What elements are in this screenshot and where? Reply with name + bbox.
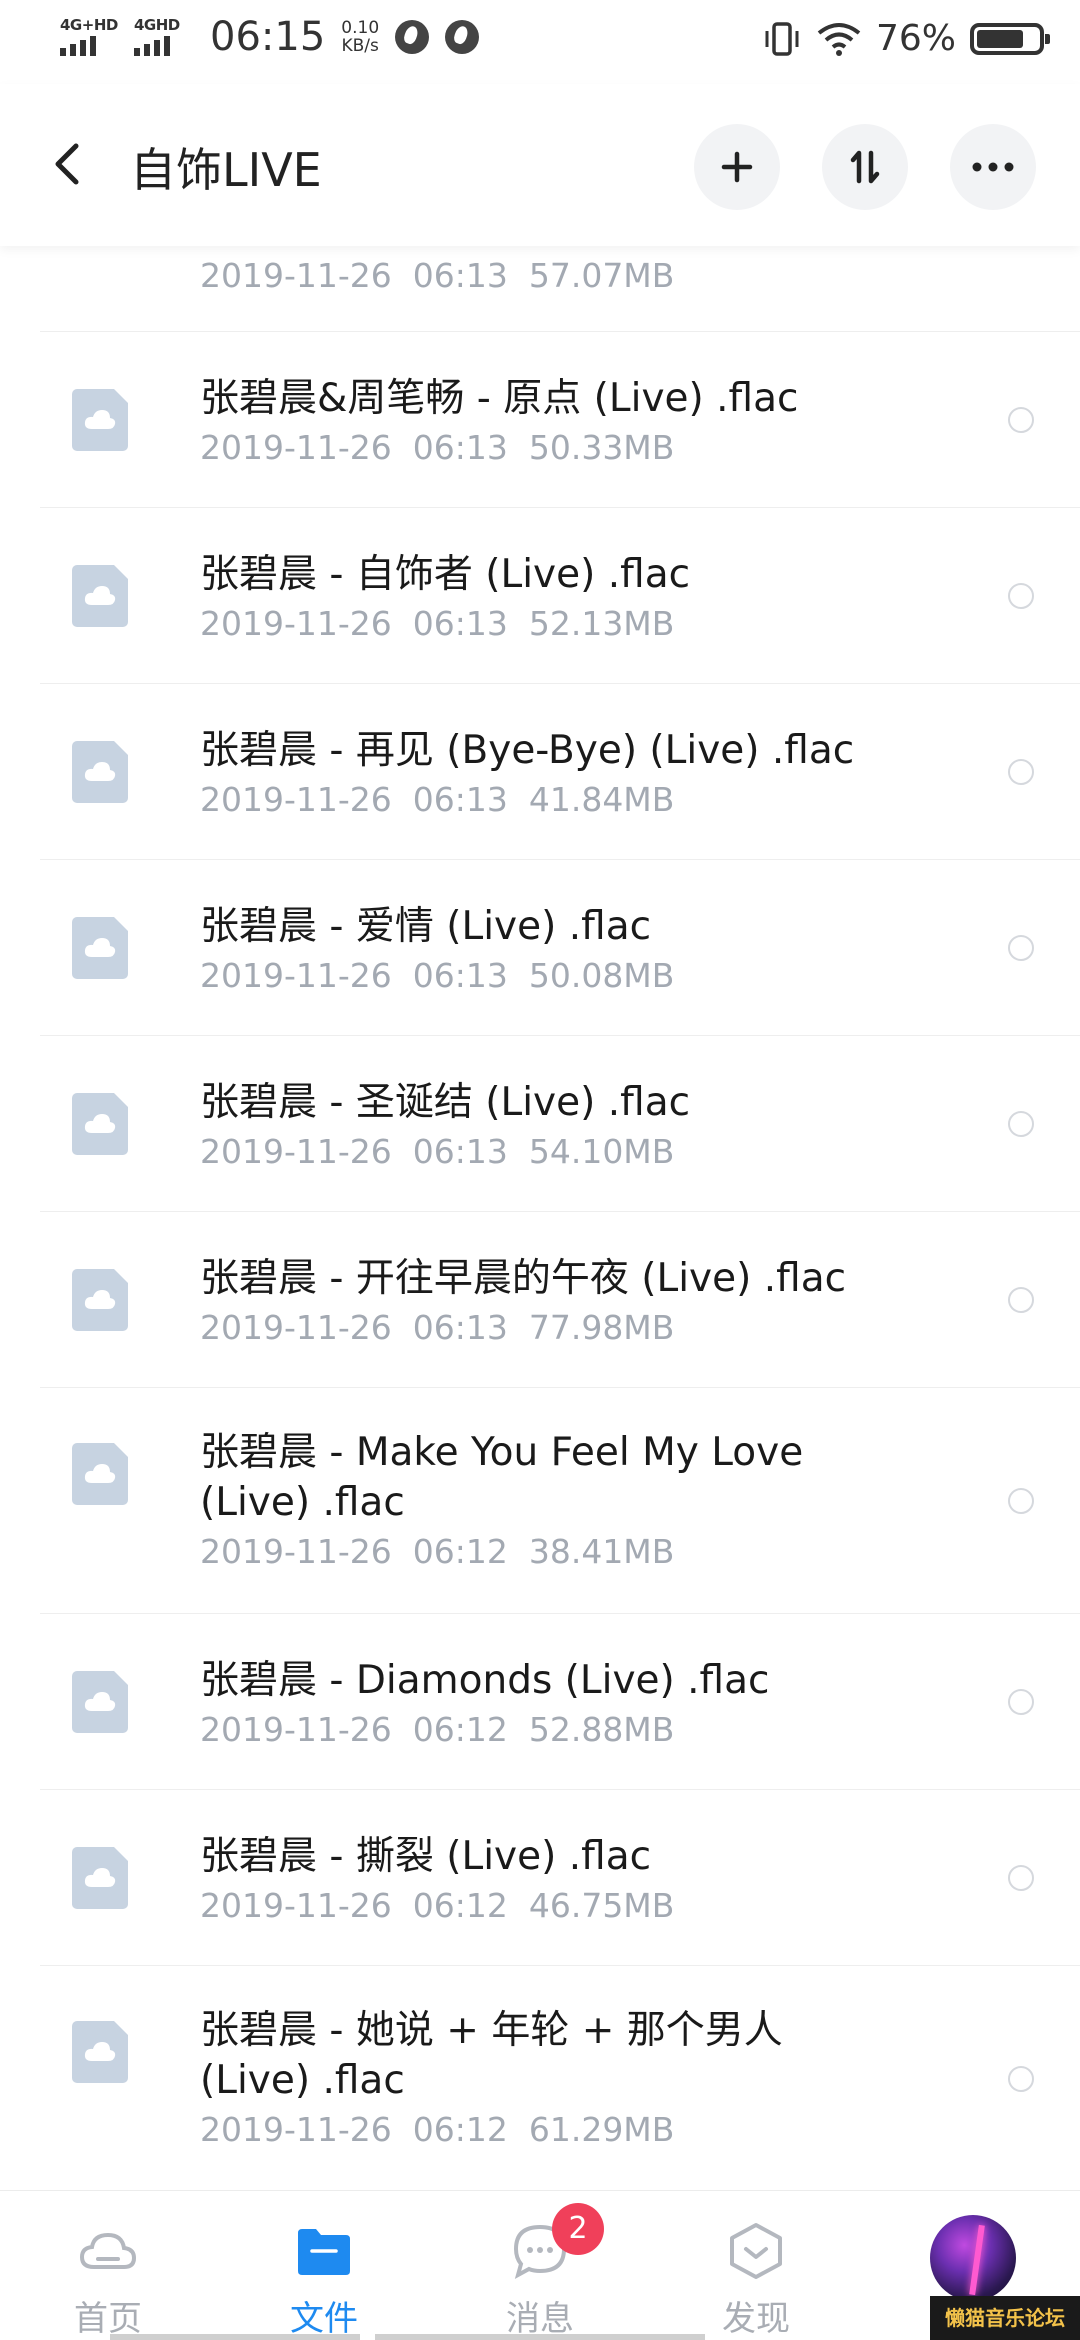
gesture-bar — [110, 2334, 360, 2340]
file-meta: 2019-11-26 06:12 38.41MB — [200, 1532, 675, 1571]
file-name: 张碧晨 - 圣诞结 (Live) .flac — [200, 1080, 691, 1125]
sim1-label: 4G+HD — [60, 16, 118, 34]
file-meta: 2019-11-26 06:13 41.84MB — [200, 780, 675, 819]
sort-icon — [850, 150, 880, 184]
file-icon — [72, 741, 128, 803]
file-row[interactable]: 张碧晨 - 开往早晨的午夜 (Live) .flac 2019-11-26 06… — [40, 1212, 1080, 1388]
file-row[interactable]: 张碧晨 - Diamonds (Live) .flac 2019-11-26 0… — [40, 1614, 1080, 1790]
file-icon — [72, 1671, 128, 1733]
file-name: 张碧晨&周笔畅 - 原点 (Live) .flac — [200, 376, 799, 421]
file-icon — [72, 1847, 128, 1909]
file-meta: 2019-11-26 06:12 46.75MB — [200, 1886, 675, 1925]
sim2-label: 4GHD — [134, 16, 180, 34]
sort-button[interactable] — [822, 124, 908, 210]
file-icon — [72, 2021, 128, 2083]
nav-messages[interactable]: 2 消息 — [460, 2191, 620, 2340]
battery-icon — [970, 22, 1050, 55]
vibrate-icon — [765, 21, 799, 56]
file-row[interactable]: 张碧晨 - Make You Feel My Love (Live) .flac… — [40, 1388, 1080, 1614]
watermark: 懒猫音乐论坛 — [930, 2296, 1080, 2340]
select-radio[interactable] — [1008, 759, 1034, 785]
file-meta: 2019-11-26 06:13 57.07MB — [200, 256, 675, 295]
file-row[interactable]: 张碧晨 - 再见 (Bye-Bye) (Live) .flac 2019-11-… — [40, 684, 1080, 860]
select-radio[interactable] — [1008, 583, 1034, 609]
file-name: 张碧晨 - Diamonds (Live) .flac — [200, 1658, 770, 1703]
file-row[interactable]: 张碧晨 - 圣诞结 (Live) .flac 2019-11-26 06:13 … — [40, 1036, 1080, 1212]
status-right: 76% — [762, 18, 1050, 59]
file-icon — [72, 1269, 128, 1331]
file-meta: 2019-11-26 06:13 50.33MB — [200, 428, 675, 467]
file-icon — [72, 917, 128, 979]
select-radio[interactable] — [1008, 1865, 1034, 1891]
avatar[interactable] — [930, 2215, 1016, 2301]
chevron-left-icon — [55, 143, 79, 185]
status-left: 4G+HD 4GHD 06:15 0.10 KB/s — [58, 14, 480, 60]
file-name: 张碧晨 - 撕裂 (Live) .flac — [200, 1834, 652, 1879]
clock: 06:15 — [210, 14, 326, 60]
gesture-bar-2 — [375, 2334, 705, 2340]
file-icon — [72, 565, 128, 627]
wifi-icon — [817, 22, 861, 56]
file-meta: 2019-11-26 06:13 50.08MB — [200, 956, 675, 995]
bottom-nav: 首页 文件 2 消息 发现 — [0, 2190, 1080, 2340]
file-meta: 2019-11-26 06:12 52.88MB — [200, 1710, 675, 1749]
sim2-signal-icon: 4GHD — [132, 16, 190, 58]
file-meta: 2019-11-26 06:13 77.98MB — [200, 1308, 675, 1347]
select-radio[interactable] — [1008, 935, 1034, 961]
file-row[interactable]: 张碧晨 - 她说 + 年轮 + 那个男人 (Live) .flac 2019-1… — [40, 1966, 1080, 2192]
select-radio[interactable] — [1008, 2066, 1034, 2092]
plus-icon — [721, 151, 753, 183]
file-name: 张碧晨 - 再见 (Bye-Bye) (Live) .flac — [200, 728, 855, 773]
nav-discover-label: 发现 — [722, 2299, 790, 2339]
file-row[interactable]: 张碧晨&周笔畅 - 原点 (Live) .flac 2019-11-26 06:… — [40, 332, 1080, 508]
select-radio[interactable] — [1008, 407, 1034, 433]
select-radio[interactable] — [1008, 1488, 1034, 1514]
discover-icon — [730, 2223, 782, 2279]
cloud-icon — [79, 2232, 137, 2269]
file-name: 张碧晨 - Make You Feel My Love (Live) .flac — [200, 1430, 804, 1525]
page-title: 自饰LIVE — [130, 143, 322, 197]
file-icon — [72, 1443, 128, 1505]
network-speed: 0.10 KB/s — [341, 19, 379, 55]
nav-files-label: 文件 — [290, 2299, 358, 2339]
file-list: 2019-11-26 06:13 57.07MB 张碧晨&周笔畅 - 原点 (L… — [0, 154, 1080, 2192]
back-button[interactable] — [46, 134, 94, 194]
file-meta: 2019-11-26 06:12 61.29MB — [200, 2110, 675, 2149]
nav-messages-label: 消息 — [506, 2299, 574, 2339]
file-icon — [72, 1093, 128, 1155]
file-meta: 2019-11-26 06:13 52.13MB — [200, 604, 675, 643]
nav-home[interactable]: 首页 — [28, 2191, 188, 2340]
title-bar: 自饰LIVE — [0, 84, 1080, 246]
sim1-signal-icon: 4G+HD — [58, 16, 118, 58]
speed-unit: KB/s — [341, 36, 379, 56]
nav-files[interactable]: 文件 — [244, 2191, 404, 2340]
file-row[interactable]: 张碧晨 - 自饰者 (Live) .flac 2019-11-26 06:13 … — [40, 508, 1080, 684]
more-button[interactable] — [950, 124, 1036, 210]
file-name: 张碧晨 - 自饰者 (Live) .flac — [200, 552, 691, 597]
file-row[interactable]: 张碧晨 - 爱情 (Live) .flac 2019-11-26 06:13 5… — [40, 860, 1080, 1036]
nav-discover[interactable]: 发现 — [676, 2191, 836, 2340]
file-icon — [72, 389, 128, 451]
speed-value: 0.10 — [341, 18, 380, 38]
app-notification-icon — [395, 20, 430, 54]
select-radio[interactable] — [1008, 1689, 1034, 1715]
file-name: 张碧晨 - 开往早晨的午夜 (Live) .flac — [200, 1256, 847, 1301]
app-notification-icon-2 — [445, 20, 480, 54]
select-radio[interactable] — [1008, 1111, 1034, 1137]
nav-home-label: 首页 — [74, 2299, 142, 2339]
add-button[interactable] — [694, 124, 780, 210]
file-row[interactable]: 张碧晨 - 撕裂 (Live) .flac 2019-11-26 06:12 4… — [40, 1790, 1080, 1966]
messages-badge: 2 — [552, 2203, 604, 2255]
select-radio[interactable] — [1008, 1287, 1034, 1313]
file-name: 张碧晨 - 爱情 (Live) .flac — [200, 904, 652, 949]
file-meta: 2019-11-26 06:13 54.10MB — [200, 1132, 675, 1171]
file-name: 张碧晨 - 她说 + 年轮 + 那个男人 (Live) .flac — [200, 2008, 783, 2103]
battery-percent: 76% — [875, 18, 956, 59]
status-bar: 4G+HD 4GHD 06:15 0.10 KB/s 76% — [0, 0, 1080, 84]
folder-icon — [298, 2229, 350, 2275]
more-icon — [972, 162, 1014, 172]
